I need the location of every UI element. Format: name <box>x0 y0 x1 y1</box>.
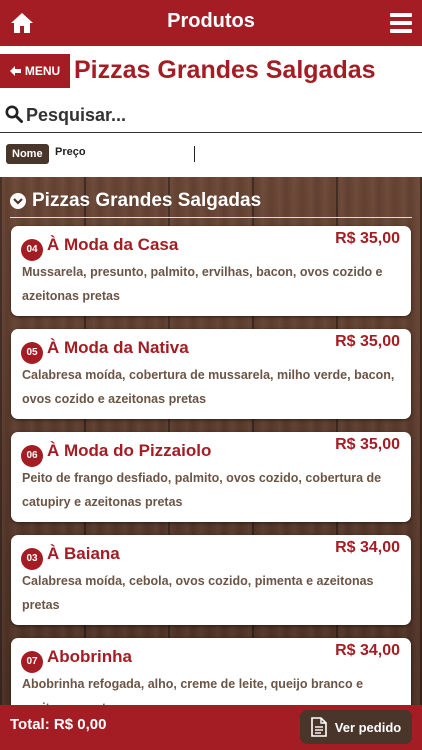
menu-button-label: MENU <box>24 64 61 78</box>
product-price: R$ 35,00 <box>335 230 400 247</box>
product-description: Mussarela, presunto, palmito, ervilhas, … <box>22 265 383 303</box>
product-code-badge: 06 <box>21 445 43 467</box>
product-code-badge: 04 <box>21 239 43 261</box>
product-name: Abobrinha <box>47 647 132 666</box>
document-icon <box>310 717 327 737</box>
product-price: R$ 35,00 <box>335 436 400 453</box>
product-card[interactable]: 04 À Moda da Casa R$ 35,00 Mussarela, pr… <box>11 226 411 316</box>
product-price: R$ 34,00 <box>335 539 400 556</box>
hamburger-menu-icon[interactable] <box>390 13 412 33</box>
view-order-label: Ver pedido <box>334 719 402 735</box>
product-name: À Moda do Pizzaiolo <box>47 441 212 460</box>
product-card[interactable]: 05 À Moda da Nativa R$ 35,00 Calabresa m… <box>11 329 411 419</box>
page-title: Pizzas Grandes Salgadas <box>74 56 376 84</box>
sort-options: Nome Preço <box>0 142 422 168</box>
product-description: Abobrinha refogada, alho, creme de leite… <box>22 677 364 705</box>
header-title: Produtos <box>167 10 255 32</box>
search-icon <box>5 105 23 123</box>
product-price: R$ 34,00 <box>335 642 400 659</box>
bottom-bar: Total: R$ 0,00 Ver pedido <box>0 705 422 750</box>
chevron-down-circle-icon <box>10 193 26 209</box>
product-description: Calabresa moída, cebola, ovos cozido, pi… <box>22 574 374 612</box>
product-code-badge: 03 <box>21 548 43 570</box>
arrow-left-icon <box>9 66 21 76</box>
menu-back-button[interactable]: MENU <box>0 54 70 88</box>
product-code-badge: 07 <box>21 651 43 673</box>
product-code-badge: 05 <box>21 342 43 364</box>
product-name: À Baiana <box>47 544 120 563</box>
product-description: Calabresa moída, cobertura de mussarela,… <box>22 368 395 406</box>
sort-by-name-button[interactable]: Nome <box>6 144 49 164</box>
product-name: À Moda da Nativa <box>47 338 189 357</box>
section-title: Pizzas Grandes Salgadas <box>32 190 262 211</box>
view-order-button[interactable]: Ver pedido <box>300 710 412 744</box>
section-header[interactable]: Pizzas Grandes Salgadas <box>10 185 412 218</box>
top-bar: Produtos <box>0 0 422 46</box>
search-input[interactable] <box>26 102 406 128</box>
product-description: Peito de frango desfiado, palmito, ovos … <box>22 471 382 509</box>
product-list-area: Pizzas Grandes Salgadas 04 À Moda da Cas… <box>0 177 422 705</box>
text-cursor <box>194 146 195 162</box>
order-total: Total: R$ 0,00 <box>10 716 107 733</box>
search-bar <box>0 100 422 133</box>
product-card[interactable]: 06 À Moda do Pizzaiolo R$ 35,00 Peito de… <box>11 432 411 522</box>
product-card[interactable]: 03 À Baiana R$ 34,00 Calabresa moída, ce… <box>11 535 411 625</box>
product-price: R$ 35,00 <box>335 333 400 350</box>
product-card[interactable]: 07 Abobrinha R$ 34,00 Abobrinha refogada… <box>11 638 411 705</box>
sort-by-price-button[interactable]: Preço <box>55 146 86 158</box>
product-name: À Moda da Casa <box>47 235 179 254</box>
